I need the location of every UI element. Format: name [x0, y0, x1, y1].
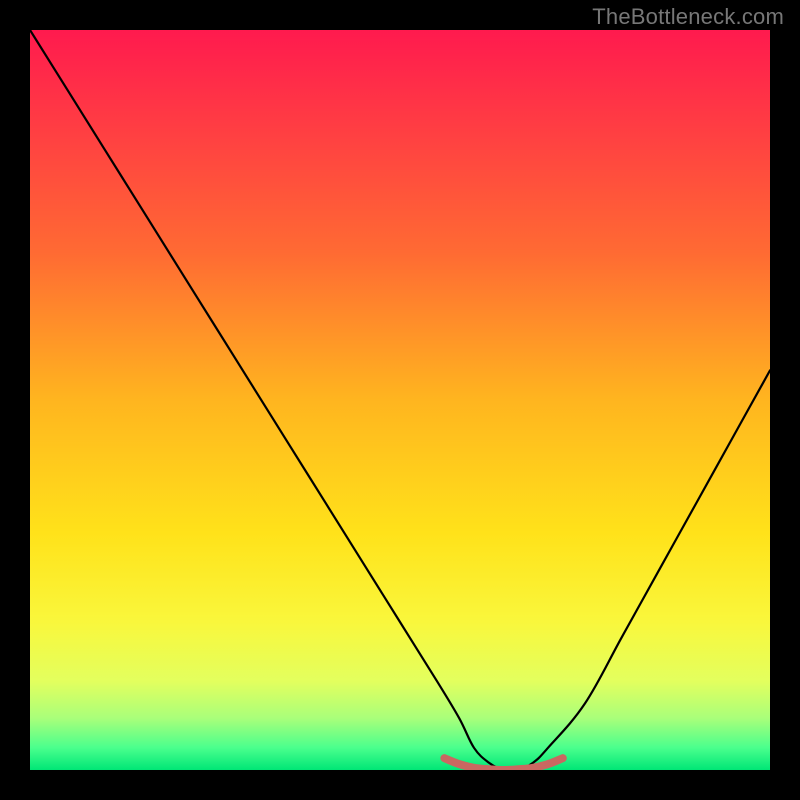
watermark-text: TheBottleneck.com [592, 4, 784, 30]
chart-svg [30, 30, 770, 770]
gradient-background [30, 30, 770, 770]
plot-area [30, 30, 770, 770]
chart-frame: TheBottleneck.com [0, 0, 800, 800]
